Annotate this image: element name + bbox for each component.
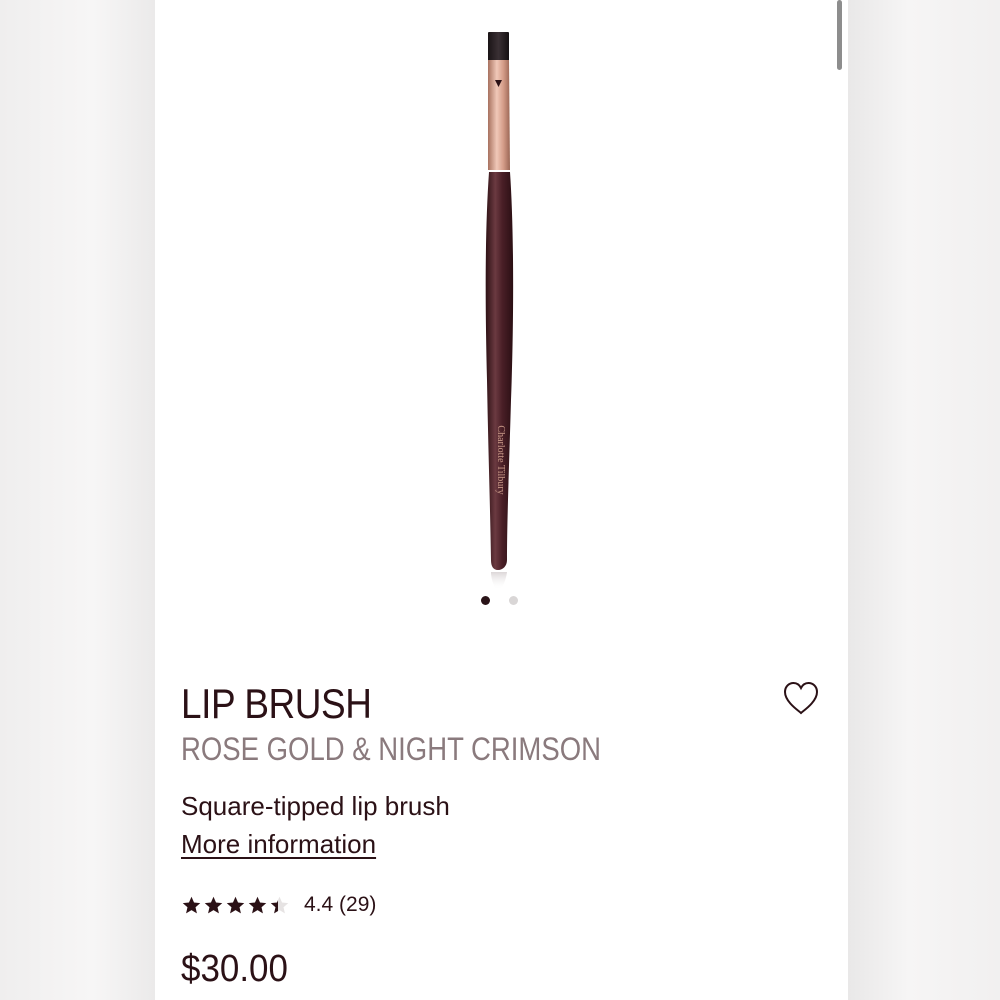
star-full-icon	[248, 896, 267, 913]
backdrop-left	[0, 0, 155, 1000]
backdrop-right	[848, 0, 1000, 1000]
star-full-icon	[226, 896, 245, 913]
rating-stars	[181, 895, 290, 916]
product-price: $30.00	[181, 948, 288, 990]
brand-logo: Charlotte Tilbury	[495, 425, 506, 494]
brush-bristles	[488, 32, 509, 62]
carousel-dot-1[interactable]	[481, 596, 490, 605]
carousel-dot-2[interactable]	[509, 596, 518, 605]
wishlist-heart-icon[interactable]	[782, 680, 820, 716]
star-full-icon	[204, 896, 223, 913]
carousel-dots	[481, 596, 518, 605]
product-image[interactable]: Charlotte Tilbury	[155, 0, 848, 590]
more-information-link[interactable]: More information	[181, 829, 376, 860]
product-title: LIP BRUSH	[181, 680, 372, 727]
brush-handle	[485, 172, 514, 570]
product-rating[interactable]: 4.4 (29)	[181, 893, 376, 917]
rating-text: 4.4 (29)	[304, 893, 377, 916]
star-full-icon	[182, 896, 201, 913]
brush-ferrule	[488, 60, 510, 170]
product-shade: ROSE GOLD & NIGHT CRIMSON	[181, 731, 601, 767]
product-page: Charlotte Tilbury LIP BRUSH ROSE GOLD & …	[155, 0, 848, 1000]
star-partial-icon	[270, 896, 289, 913]
product-description: Square-tipped lip brush	[181, 791, 450, 821]
